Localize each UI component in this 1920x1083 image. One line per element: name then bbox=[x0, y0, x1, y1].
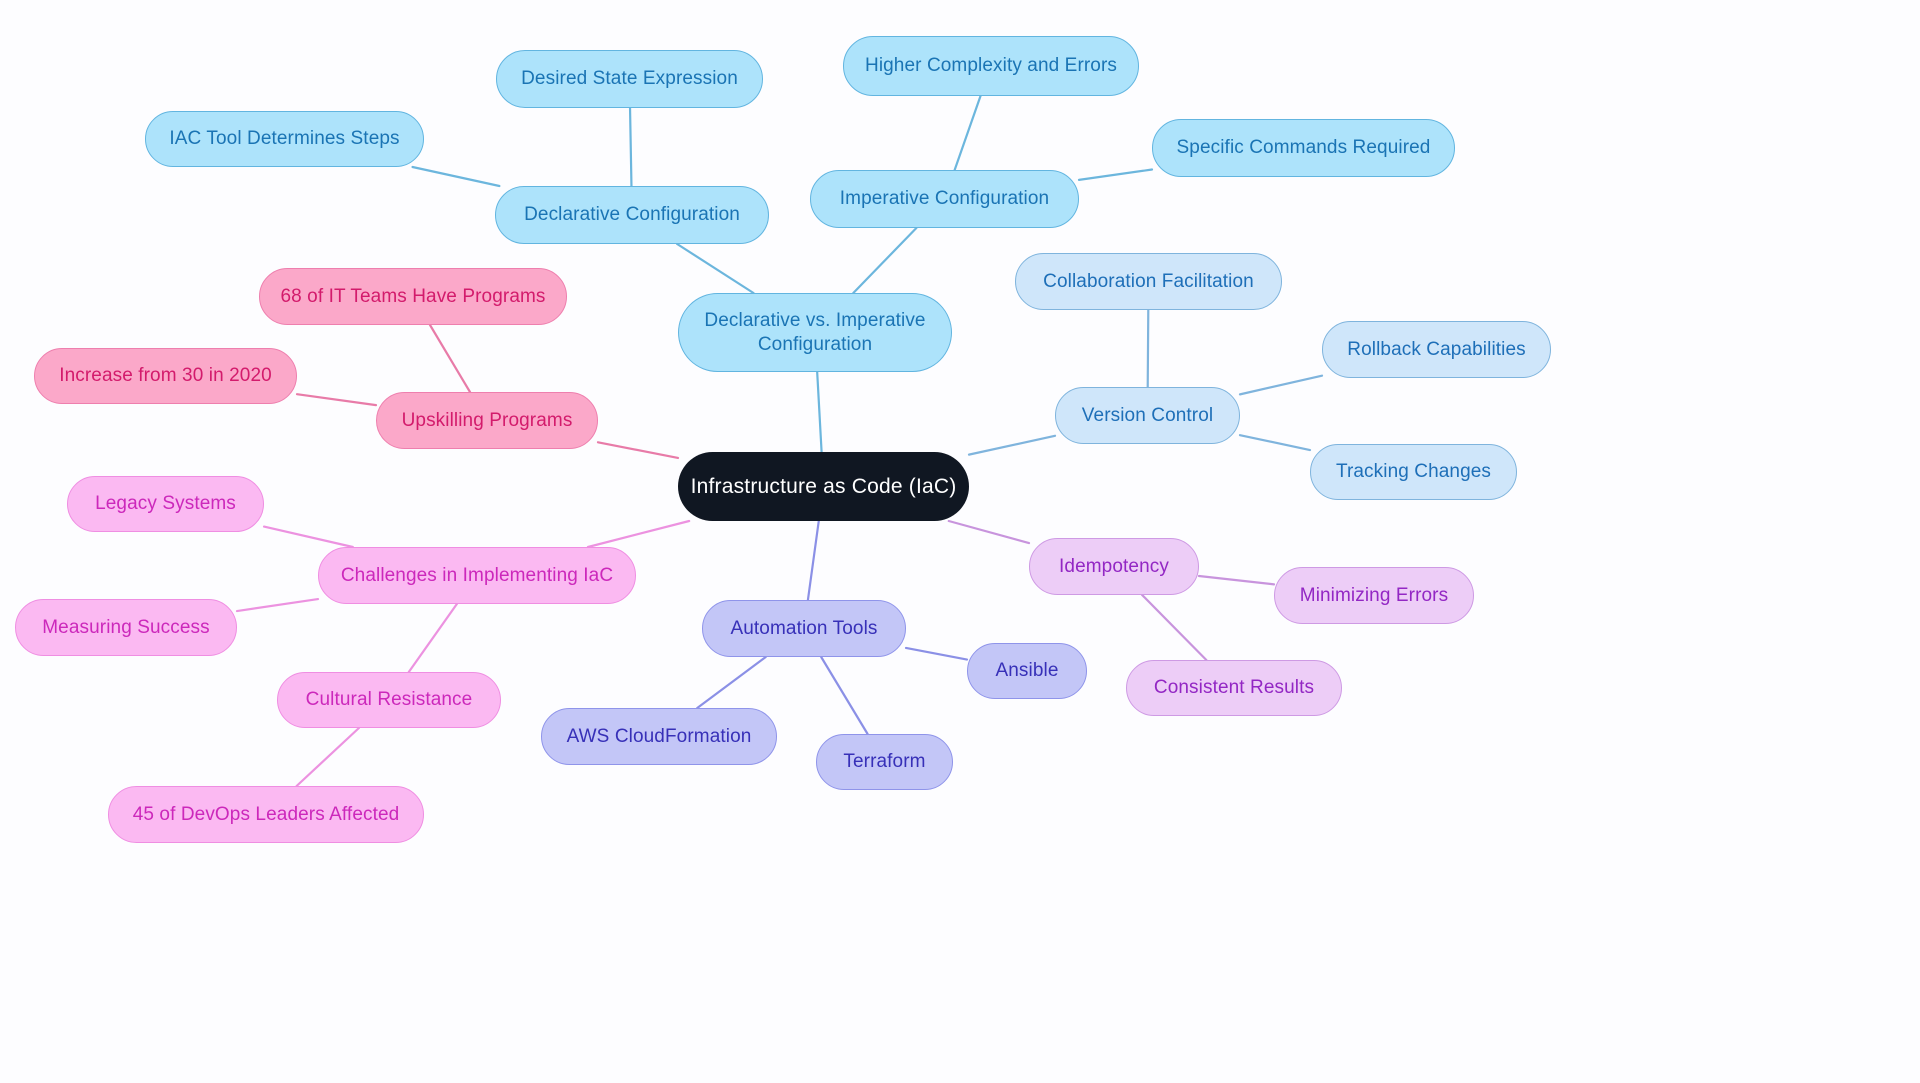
mindmap-edge-version-to-tracking bbox=[1238, 434, 1312, 452]
mindmap-edge-automation-to-terraform bbox=[820, 655, 869, 736]
mindmap-node-imp_cfg[interactable]: Imperative Configuration bbox=[810, 170, 1079, 228]
mindmap-edge-challenges-to-cultural bbox=[407, 602, 458, 674]
mindmap-node-iac_steps[interactable]: IAC Tool Determines Steps bbox=[145, 111, 424, 167]
mindmap-edge-decl_imp-to-decl_cfg bbox=[676, 242, 755, 295]
mindmap-edge-version-to-rollback bbox=[1238, 374, 1324, 396]
mindmap-edge-upskill-to-teams68 bbox=[428, 323, 472, 394]
mindmap-edge-root-to-version bbox=[967, 434, 1057, 456]
mindmap-node-cultural[interactable]: Cultural Resistance bbox=[277, 672, 501, 728]
mindmap-node-legacy[interactable]: Legacy Systems bbox=[67, 476, 264, 532]
mindmap-node-upskill[interactable]: Upskilling Programs bbox=[376, 392, 598, 449]
mindmap-edge-idempotency-to-consistent bbox=[1141, 593, 1208, 662]
mindmap-node-tracking[interactable]: Tracking Changes bbox=[1310, 444, 1517, 500]
mindmap-edge-automation-to-aws_cf bbox=[696, 655, 767, 710]
mindmap-edge-root-to-automation bbox=[806, 519, 820, 602]
mindmap-node-root[interactable]: Infrastructure as Code (IaC) bbox=[678, 452, 969, 521]
mindmap-node-teams68[interactable]: 68 of IT Teams Have Programs bbox=[259, 268, 567, 325]
mindmap-edge-idempotency-to-minimizing bbox=[1197, 574, 1276, 586]
mindmap-node-desired[interactable]: Desired State Expression bbox=[496, 50, 763, 108]
mindmap-edge-decl_imp-to-imp_cfg bbox=[852, 226, 918, 295]
mindmap-node-challenges[interactable]: Challenges in Implementing IaC bbox=[318, 547, 636, 604]
mindmap-node-higher_cx[interactable]: Higher Complexity and Errors bbox=[843, 36, 1139, 96]
mindmap-node-collab[interactable]: Collaboration Facilitation bbox=[1015, 253, 1282, 310]
mindmap-node-spec_cmds[interactable]: Specific Commands Required bbox=[1152, 119, 1455, 177]
mindmap-node-automation[interactable]: Automation Tools bbox=[702, 600, 906, 657]
mindmap-edge-challenges-to-measuring bbox=[235, 597, 320, 613]
mindmap-edge-decl_cfg-to-desired bbox=[628, 106, 633, 188]
mindmap-edge-upskill-to-inc30 bbox=[295, 393, 378, 407]
mindmap-node-idempotency[interactable]: Idempotency bbox=[1029, 538, 1199, 595]
mindmap-edge-cultural-to-devops45 bbox=[295, 726, 361, 788]
mindmap-edge-decl_cfg-to-iac_steps bbox=[411, 165, 501, 188]
mindmap-node-ansible[interactable]: Ansible bbox=[967, 643, 1087, 699]
mindmap-edge-imp_cfg-to-higher_cx bbox=[953, 94, 982, 172]
mindmap-node-minimizing[interactable]: Minimizing Errors bbox=[1274, 567, 1474, 624]
mindmap-edge-imp_cfg-to-spec_cmds bbox=[1077, 168, 1154, 181]
mindmap-edge-version-to-collab bbox=[1146, 308, 1150, 389]
mindmap-node-inc30[interactable]: Increase from 30 in 2020 bbox=[34, 348, 297, 404]
mindmap-node-consistent[interactable]: Consistent Results bbox=[1126, 660, 1342, 716]
mindmap-edge-root-to-upskill bbox=[596, 441, 680, 460]
mindmap-node-terraform[interactable]: Terraform bbox=[816, 734, 953, 790]
mindmap-node-decl_cfg[interactable]: Declarative Configuration bbox=[495, 186, 769, 244]
mindmap-node-rollback[interactable]: Rollback Capabilities bbox=[1322, 321, 1551, 378]
mindmap-node-aws_cf[interactable]: AWS CloudFormation bbox=[541, 708, 777, 765]
mind-map-canvas: Infrastructure as Code (IaC) Declarative … bbox=[0, 0, 1920, 1083]
mindmap-node-version[interactable]: Version Control bbox=[1055, 387, 1240, 444]
mindmap-edge-root-to-decl_imp bbox=[816, 370, 823, 454]
mindmap-node-measuring[interactable]: Measuring Success bbox=[15, 599, 237, 656]
mindmap-edge-root-to-challenges bbox=[586, 519, 691, 549]
mindmap-node-devops45[interactable]: 45 of DevOps Leaders Affected bbox=[108, 786, 424, 843]
mindmap-edge-automation-to-ansible bbox=[904, 646, 969, 661]
mindmap-node-decl_imp[interactable]: Declarative vs. Imperative Configuration bbox=[678, 293, 952, 372]
mindmap-edge-root-to-idempotency bbox=[947, 519, 1031, 545]
mindmap-edge-challenges-to-legacy bbox=[262, 525, 354, 549]
